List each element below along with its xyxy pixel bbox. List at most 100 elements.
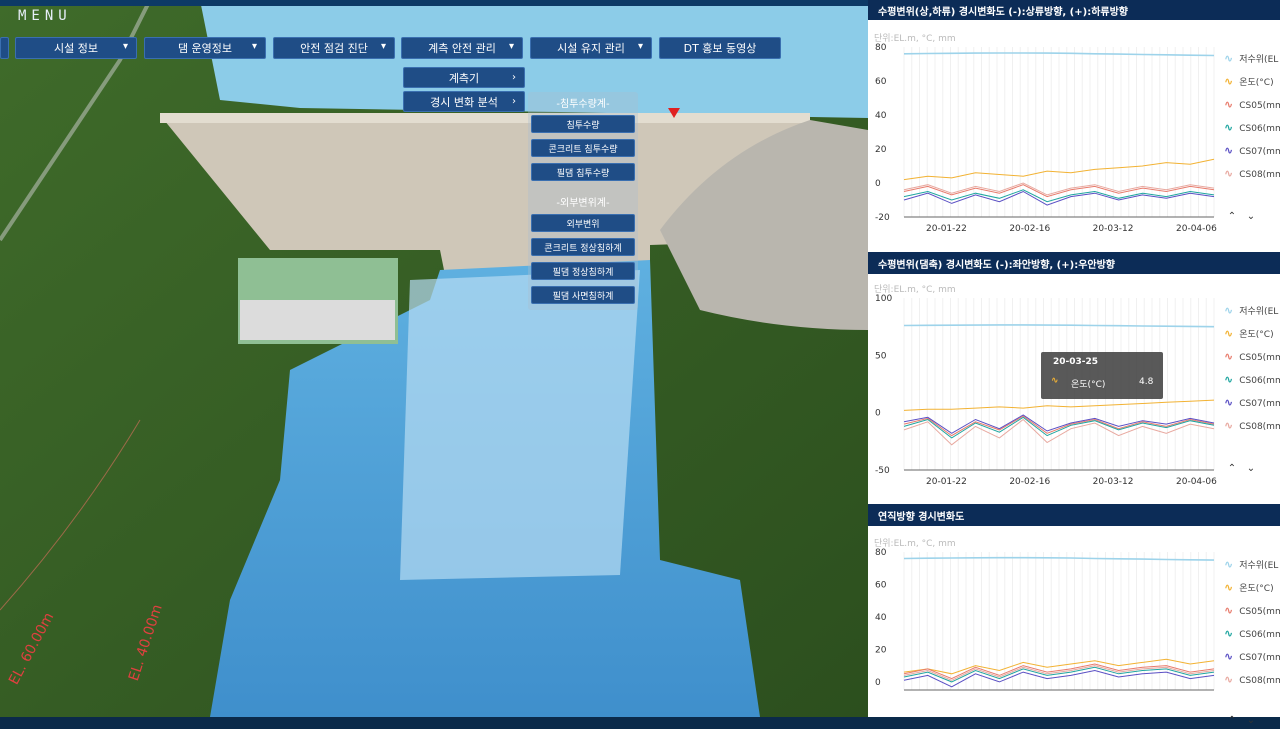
- legend-item[interactable]: ∿ CS06(mm: [1224, 121, 1280, 134]
- x-tick-label: 20-04-06: [1176, 224, 1217, 234]
- legend-item[interactable]: ∿ 저수위(EL: [1224, 52, 1278, 65]
- legend-item[interactable]: ∿ CS07(mm: [1224, 144, 1280, 157]
- series-icon: ∿: [1224, 350, 1234, 363]
- y-tick-label: 20: [875, 645, 887, 655]
- flyout-group-seepage: -침투수량계-: [556, 99, 610, 110]
- legend-item[interactable]: ∿ CS05(mm: [1224, 350, 1280, 363]
- flyout-filldam-settlement[interactable]: 필댐 정상침하계: [531, 262, 635, 280]
- nav-button-partial[interactable]: [0, 37, 9, 59]
- legend-label: CS05(mm: [1239, 607, 1280, 617]
- legend-label: CS06(mm: [1239, 376, 1280, 386]
- series-icon: ∿: [1224, 98, 1234, 111]
- x-tick-label: 20-03-12: [1093, 477, 1134, 487]
- chart-section-upstream-downstream: 수평변위(상,하류) 경시변화도 (-):상류방향, (+):하류방향 단위:E…: [868, 0, 1280, 240]
- line-chart[interactable]: 80 60 40 20 0 -20 20-01-22 20-02-16 20-03-12 20-0…: [868, 0, 1280, 240]
- nav-safety-inspection[interactable]: 안전 점검 진단 ▾: [273, 37, 395, 59]
- flyout-concrete-seepage[interactable]: 콘크리트 침투수량: [531, 139, 635, 157]
- series-icon: ∿: [1224, 304, 1234, 317]
- legend-label: CS08(mm: [1239, 170, 1280, 180]
- legend-item[interactable]: ∿ CS08(mm: [1224, 167, 1280, 180]
- series-icon: ∿: [1224, 327, 1234, 340]
- x-tick-label: 20-01-22: [926, 224, 967, 234]
- flyout-filldam-slope-settlement[interactable]: 필댐 사면침하계: [531, 286, 635, 304]
- series-icon: ∿: [1224, 558, 1234, 571]
- nav-dt-video[interactable]: DT 홍보 동영상: [659, 37, 781, 59]
- y-tick-label: 80: [875, 548, 887, 558]
- dam-3d-viewport[interactable]: MENU 시설 정보 ▾ 댐 운영정보 ▾ 안전 점검 진단 ▾ 계측 안전 관…: [0, 0, 868, 717]
- flyout-external-displacement[interactable]: 외부변위: [531, 214, 635, 232]
- nav-measurement-safety[interactable]: 계측 안전 관리 ▾: [401, 37, 523, 59]
- legend-label: CS07(mm: [1239, 653, 1280, 663]
- legend-item[interactable]: ∿ CS07(mm: [1224, 396, 1280, 409]
- chevron-down-icon: ▾: [637, 41, 643, 52]
- y-tick-label: 0: [875, 678, 881, 688]
- legend-label: 온도(°C): [1239, 78, 1274, 88]
- menu-title[interactable]: MENU: [18, 8, 72, 24]
- series-icon: ∿: [1224, 673, 1234, 686]
- x-tick-label: 20-01-22: [926, 477, 967, 487]
- series-icon: ∿: [1224, 650, 1234, 663]
- legend-label: 저수위(EL: [1239, 55, 1279, 65]
- legend-label: CS05(mm: [1239, 353, 1280, 363]
- chevron-right-icon: ›: [512, 96, 516, 107]
- legend-item[interactable]: ∿ 저수위(EL: [1224, 558, 1278, 571]
- legend-scroll-buttons: ⌃ ⌄: [1224, 204, 1264, 222]
- legend-label: CS07(mm: [1239, 399, 1280, 409]
- legend-item[interactable]: ∿ CS08(mm: [1224, 419, 1280, 432]
- series-icon: ∿: [1224, 121, 1234, 134]
- y-tick-label: 20: [875, 145, 887, 155]
- legend-label: 저수위(EL: [1239, 561, 1279, 571]
- nav-facility-info[interactable]: 시설 정보 ▾: [15, 37, 137, 59]
- chevron-up-icon[interactable]: ⌃: [1224, 463, 1240, 477]
- y-tick-label: 60: [875, 580, 887, 590]
- chevron-up-icon[interactable]: ⌃: [1224, 211, 1240, 225]
- legend-item[interactable]: ∿ CS08(mm: [1224, 673, 1280, 686]
- legend-scroll-buttons: ⌃ ⌄: [1224, 708, 1264, 726]
- temperature-series-icon: ∿: [1051, 376, 1059, 386]
- legend-label: 온도(°C): [1239, 330, 1274, 340]
- chevron-down-icon: ▾: [251, 41, 257, 52]
- chevron-down-icon: ▾: [122, 41, 128, 52]
- series-icon: ∿: [1224, 75, 1234, 88]
- flyout-concrete-settlement[interactable]: 콘크리트 정상침하계: [531, 238, 635, 256]
- legend-item[interactable]: ∿ 온도(°C): [1224, 581, 1274, 594]
- tooltip-value: 4.8: [1139, 377, 1154, 387]
- legend-label: 온도(°C): [1239, 584, 1274, 594]
- chart-tooltip: 20-03-25 ∿ 온도(°C) 4.8: [1041, 352, 1163, 399]
- legend-item[interactable]: ∿ 온도(°C): [1224, 327, 1274, 340]
- series-icon: ∿: [1224, 581, 1234, 594]
- submenu-instruments[interactable]: 계측기 ›: [403, 67, 525, 88]
- chevron-down-icon[interactable]: ⌄: [1243, 211, 1259, 225]
- legend-item[interactable]: ∿ CS05(mm: [1224, 98, 1280, 111]
- series-icon: ∿: [1224, 167, 1234, 180]
- legend-item[interactable]: ∿ CS06(mm: [1224, 627, 1280, 640]
- nav-label: DT 홍보 동영상: [683, 42, 757, 55]
- flyout-seepage[interactable]: 침투수량: [531, 115, 635, 133]
- legend-label: CS06(mm: [1239, 124, 1280, 134]
- flyout-filldam-seepage[interactable]: 필댐 침투수량: [531, 163, 635, 181]
- y-tick-label: 50: [875, 351, 887, 361]
- x-tick-label: 20-02-16: [1009, 477, 1050, 487]
- chevron-up-icon[interactable]: ⌃: [1224, 715, 1240, 729]
- line-chart[interactable]: 80 60 40 20 0: [868, 496, 1280, 717]
- nav-facility-maintenance[interactable]: 시설 유지 관리 ▾: [530, 37, 652, 59]
- nav-dam-operation[interactable]: 댐 운영정보 ▾: [144, 37, 266, 59]
- submenu-time-series-analysis[interactable]: 경시 변화 분석 ›: [403, 91, 525, 112]
- legend-item[interactable]: ∿ 저수위(EL: [1224, 304, 1278, 317]
- series-icon: ∿: [1224, 419, 1234, 432]
- y-tick-label: 80: [875, 43, 887, 53]
- y-tick-label: 0: [875, 409, 881, 419]
- legend-item[interactable]: ∿ CS06(mm: [1224, 373, 1280, 386]
- chevron-right-icon: ›: [512, 72, 516, 83]
- chevron-down-icon[interactable]: ⌄: [1243, 715, 1259, 729]
- legend-label: CS05(mm: [1239, 101, 1280, 111]
- y-tick-label: 100: [875, 294, 892, 304]
- series-icon: ∿: [1224, 627, 1234, 640]
- nav-label: 시설 유지 관리: [557, 42, 625, 55]
- legend-item[interactable]: ∿ CS05(mm: [1224, 604, 1280, 617]
- nav-label: 계측 안전 관리: [428, 42, 496, 55]
- chevron-down-icon[interactable]: ⌄: [1243, 463, 1259, 477]
- flyout-group-external: -외부변위계-: [556, 198, 610, 209]
- legend-item[interactable]: ∿ CS07(mm: [1224, 650, 1280, 663]
- legend-item[interactable]: ∿ 온도(°C): [1224, 75, 1274, 88]
